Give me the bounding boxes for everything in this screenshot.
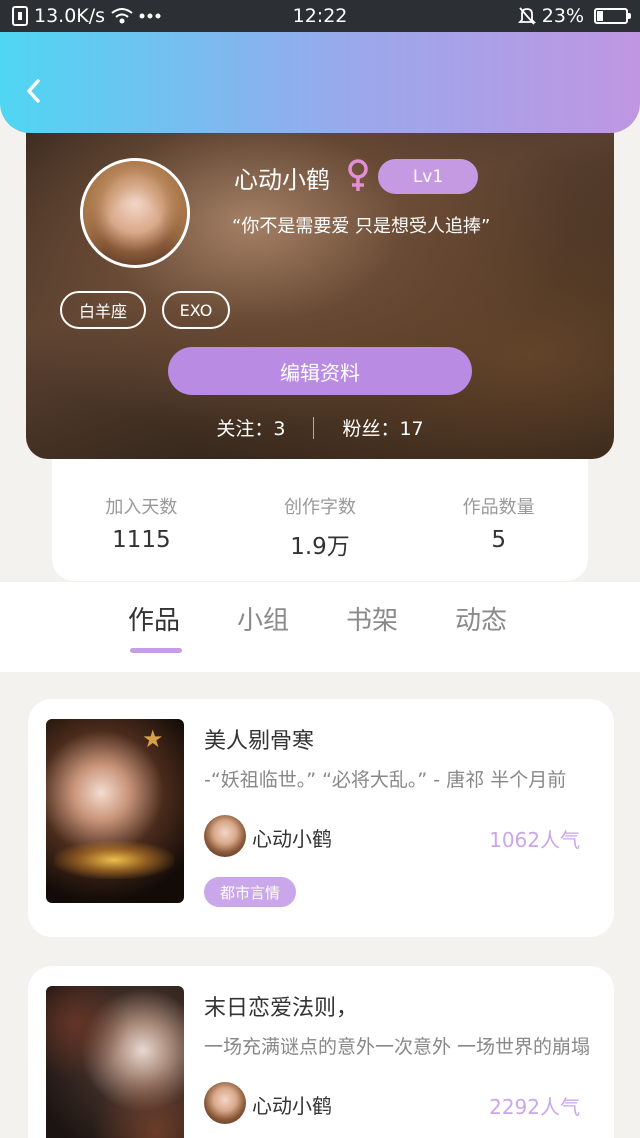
stat-value: 5 [491,527,506,553]
wifi-icon [111,7,133,25]
profile-nickname: 心动小鹤 [234,166,330,194]
work-description: -“妖祖临世。” “必将大乱。” - 唐祁 半个月前 [204,769,567,791]
status-bar: 13.0K/s 12:22 23% [0,0,640,32]
following-label: 关注： [216,418,274,440]
book-cover[interactable] [46,986,184,1138]
stat-word-count: 创作字数 1.9万 [231,455,410,581]
battery-percent: 23% [541,5,584,27]
profile-card: 心动小鹤 Lv1 “你不是需要爱 只是想受人追捧” 白羊座 EXO 编辑资料 关… [26,110,614,459]
profile-signature: “你不是需要爱 只是想受人追捧” [232,216,491,237]
tab-groups[interactable]: 小组 [237,600,289,637]
back-button[interactable] [18,76,48,106]
active-tab-indicator [130,648,182,653]
star-icon: ★ [142,725,164,753]
profile-tag: EXO [162,291,230,329]
profile-tag: 白羊座 [60,291,146,329]
stat-label: 创作字数 [284,497,356,518]
female-gender-icon [348,159,368,191]
following-count: 3 [273,418,286,440]
work-title: 美人剔骨寒 [204,729,315,754]
chevron-left-icon [27,79,40,103]
net-speed: 13.0K/s [34,5,106,27]
author-avatar [204,815,246,857]
work-title: 末日恋爱法则， [204,996,359,1021]
popularity-count: 1062人气 [489,828,580,852]
tab-bar: 作品 小组 书架 动态 [0,582,640,672]
battery-icon [594,8,631,24]
popularity-count: 2292人气 [489,1095,580,1119]
following-link[interactable]: 关注：3 [216,414,285,441]
stat-works-count: 作品数量 5 [409,455,588,581]
author-name: 心动小鹤 [252,827,332,851]
genre-tag: 都市言情 [204,877,297,907]
followers-label: 粉丝： [342,418,400,440]
follow-stats: 关注：3 粉丝：17 [26,414,614,441]
author-name: 心动小鹤 [252,1094,332,1118]
stat-label: 加入天数 [105,497,178,518]
mute-bell-icon [517,6,536,26]
stats-card: 加入天数 1115 创作字数 1.9万 作品数量 5 [52,455,588,581]
work-description: 一场充满谜点的意外一次意外 一场世界的崩塌 [204,1036,591,1058]
book-cover[interactable]: ★ [46,719,184,903]
work-card[interactable]: ★ 美人剔骨寒 -“妖祖临世。” “必将大乱。” - 唐祁 半个月前 心动小鹤 … [28,699,614,937]
tab-works[interactable]: 作品 [128,600,180,637]
notification-icon [12,6,28,26]
profile-avatar[interactable] [80,158,190,268]
level-badge: Lv1 [378,159,478,194]
followers-count: 17 [399,418,424,440]
edit-profile-button[interactable]: 编辑资料 [168,347,472,395]
tab-bookshelf[interactable]: 书架 [346,600,398,637]
divider [313,416,315,439]
followers-link[interactable]: 粉丝：17 [342,414,423,441]
stat-value: 1.9万 [290,534,350,560]
tab-activity[interactable]: 动态 [455,600,507,637]
stat-label: 作品数量 [462,497,535,518]
work-card[interactable]: 末日恋爱法则， 一场充满谜点的意外一次意外 一场世界的崩塌 心动小鹤 2292人… [28,966,614,1138]
more-icon [139,13,161,19]
stat-join-days: 加入天数 1115 [52,455,231,581]
header-bar [0,32,640,133]
author-avatar [204,1082,246,1124]
stat-value: 1115 [112,527,171,553]
